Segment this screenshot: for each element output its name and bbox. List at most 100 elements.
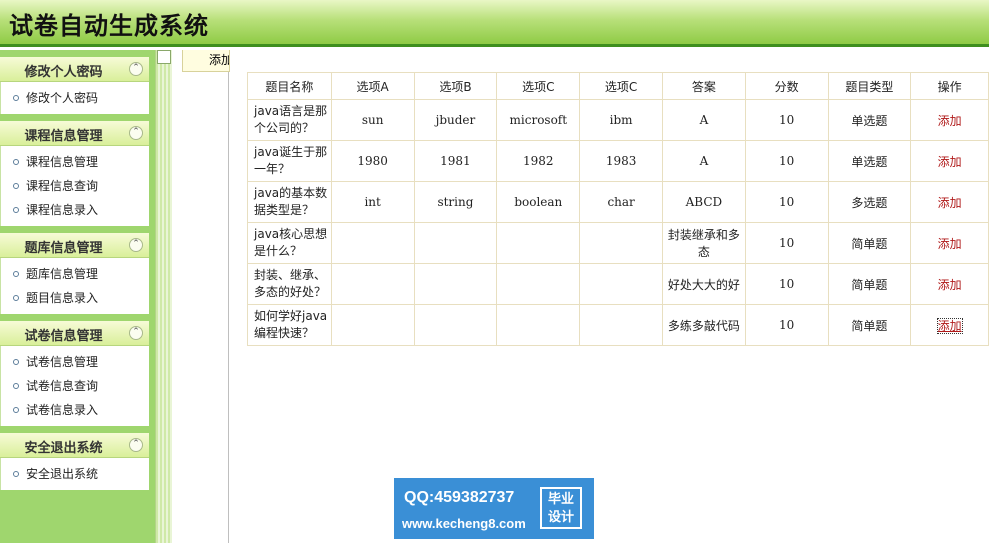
add-link[interactable]: 添加	[936, 317, 963, 334]
sidebar-group-body: 安全退出系统	[0, 458, 149, 490]
splitter-toggle-button[interactable]	[157, 50, 171, 64]
option-c-cell	[496, 263, 581, 305]
option-d-cell: 1983	[579, 140, 663, 182]
option-b-cell	[413, 304, 498, 346]
option-a-cell	[330, 222, 415, 264]
add-link[interactable]: 添加	[938, 114, 962, 128]
question-name-cell: java核心思想是什么？	[247, 222, 332, 264]
action-cell: 添加	[910, 140, 989, 182]
sidebar-group-title: 试卷信息管理	[24, 329, 103, 344]
sidebar-item-logout[interactable]: 安全退出系统	[1, 462, 149, 486]
option-a-cell: int	[330, 181, 415, 223]
question-name-cell: 封装、继承、多态的好处？	[247, 263, 332, 305]
sidebar-item-bank-manage[interactable]: 题库信息管理	[1, 262, 149, 286]
collapse-icon[interactable]: ⌃	[129, 126, 143, 140]
add-link[interactable]: 添加	[938, 237, 962, 251]
question-table: 题目名称 选项A 选项B 选项C 选项C 答案 分数 题目类型 操作 java语…	[247, 72, 989, 346]
table-row: 如何学好java编程快速？ 多练多敲代码 10 简单题 添加	[247, 304, 989, 346]
option-b-cell	[413, 222, 498, 264]
score-cell: 10	[744, 304, 829, 346]
sidebar-group-header[interactable]: 安全退出系统 ⌃	[0, 433, 149, 458]
option-c-cell	[496, 304, 581, 346]
watermark-qq: QQ:459382737	[404, 489, 515, 506]
sidebar-group-header[interactable]: 修改个人密码 ⌃	[0, 57, 149, 82]
bullet-icon	[13, 94, 19, 101]
watermark-badge: 毕业 设计	[540, 487, 582, 529]
frame-divider	[172, 50, 229, 543]
sidebar-item-course-entry[interactable]: 课程信息录入	[1, 198, 149, 222]
option-b-cell: jbuder	[413, 99, 498, 141]
answer-cell: A	[662, 140, 746, 182]
sidebar-group-course: 课程信息管理 ⌃ 课程信息管理 课程信息查询 课程信息录入	[0, 121, 149, 226]
sidebar-item-change-password[interactable]: 修改个人密码	[1, 86, 149, 110]
option-c-cell: 1982	[496, 140, 581, 182]
table-row: 封装、继承、多态的好处？ 好处大大的好 10 简单题 添加	[247, 263, 989, 305]
add-link[interactable]: 添加	[938, 196, 962, 210]
option-d-cell: ibm	[579, 99, 663, 141]
sidebar: 修改个人密码 ⌃ 修改个人密码 课程信息管理 ⌃ 课程信息管理 课程信息查询 课…	[0, 50, 155, 543]
add-link[interactable]: 添加	[938, 278, 962, 292]
collapse-icon[interactable]: ⌃	[129, 238, 143, 252]
watermark-site: www.kecheng8.com	[402, 516, 526, 531]
option-d-cell	[579, 263, 663, 305]
question-name-cell: java语言是那个公司的？	[247, 99, 332, 141]
table-header-row: 题目名称 选项A 选项B 选项C 选项C 答案 分数 题目类型 操作	[247, 72, 989, 100]
watermark-badge-line1: 毕业	[547, 492, 574, 507]
collapse-icon[interactable]: ⌃	[129, 326, 143, 340]
app-header: 试卷自动生成系统	[0, 0, 989, 47]
sidebar-group-question-bank: 题库信息管理 ⌃ 题库信息管理 题目信息录入	[0, 233, 149, 314]
collapse-icon[interactable]: ⌃	[129, 62, 143, 76]
column-header: 选项A	[330, 72, 415, 100]
option-c-cell	[496, 222, 581, 264]
option-a-cell	[330, 304, 415, 346]
bullet-icon	[13, 294, 19, 301]
sidebar-group-password: 修改个人密码 ⌃ 修改个人密码	[0, 57, 149, 114]
collapse-icon[interactable]: ⌃	[129, 438, 143, 452]
sidebar-group-paper: 试卷信息管理 ⌃ 试卷信息管理 试卷信息查询 试卷信息录入	[0, 321, 149, 426]
sidebar-item-paper-manage[interactable]: 试卷信息管理	[1, 350, 149, 374]
column-header: 选项C	[579, 72, 663, 100]
column-header: 操作	[910, 72, 989, 100]
bullet-icon	[13, 270, 19, 277]
option-b-cell: string	[413, 181, 498, 223]
option-a-cell: sun	[330, 99, 415, 141]
table-row: java核心思想是什么？ 封装继承和多态 10 简单题 添加	[247, 222, 989, 264]
score-cell: 10	[744, 222, 829, 264]
sidebar-group-body: 课程信息管理 课程信息查询 课程信息录入	[0, 146, 149, 226]
option-c-cell: boolean	[496, 181, 581, 223]
sidebar-item-paper-entry[interactable]: 试卷信息录入	[1, 398, 149, 422]
question-type-cell: 单选题	[827, 140, 912, 182]
action-cell: 添加	[910, 263, 989, 305]
sidebar-group-title: 课程信息管理	[24, 129, 103, 144]
frame-splitter[interactable]	[155, 50, 172, 543]
option-d-cell	[579, 304, 663, 346]
sidebar-group-header[interactable]: 试卷信息管理 ⌃	[0, 321, 149, 346]
add-button[interactable]: 添加	[182, 50, 230, 72]
sidebar-item-paper-query[interactable]: 试卷信息查询	[1, 374, 149, 398]
option-a-cell	[330, 263, 415, 305]
column-header: 答案	[662, 72, 746, 100]
sidebar-item-question-entry[interactable]: 题目信息录入	[1, 286, 149, 310]
action-cell: 添加	[910, 181, 989, 223]
sidebar-group-title: 修改个人密码	[24, 65, 103, 80]
bullet-icon	[13, 470, 19, 477]
sidebar-item-course-manage[interactable]: 课程信息管理	[1, 150, 149, 174]
column-header: 选项B	[413, 72, 498, 100]
question-name-cell: 如何学好java编程快速？	[247, 304, 332, 346]
answer-cell: 好处大大的好	[662, 263, 746, 305]
sidebar-group-body: 题库信息管理 题目信息录入	[0, 258, 149, 314]
sidebar-item-course-query[interactable]: 课程信息查询	[1, 174, 149, 198]
sidebar-group-header[interactable]: 题库信息管理 ⌃	[0, 233, 149, 258]
bullet-icon	[13, 382, 19, 389]
bullet-icon	[13, 358, 19, 365]
add-link[interactable]: 添加	[938, 155, 962, 169]
sidebar-group-title: 安全退出系统	[24, 441, 103, 456]
question-type-cell: 单选题	[827, 99, 912, 141]
sidebar-group-header[interactable]: 课程信息管理 ⌃	[0, 121, 149, 146]
action-cell: 添加	[910, 99, 989, 141]
column-header: 题目类型	[827, 72, 912, 100]
column-header: 分数	[744, 72, 829, 100]
app-title: 试卷自动生成系统	[9, 11, 209, 40]
question-name-cell: java诞生于那一年？	[247, 140, 332, 182]
option-b-cell: 1981	[413, 140, 498, 182]
